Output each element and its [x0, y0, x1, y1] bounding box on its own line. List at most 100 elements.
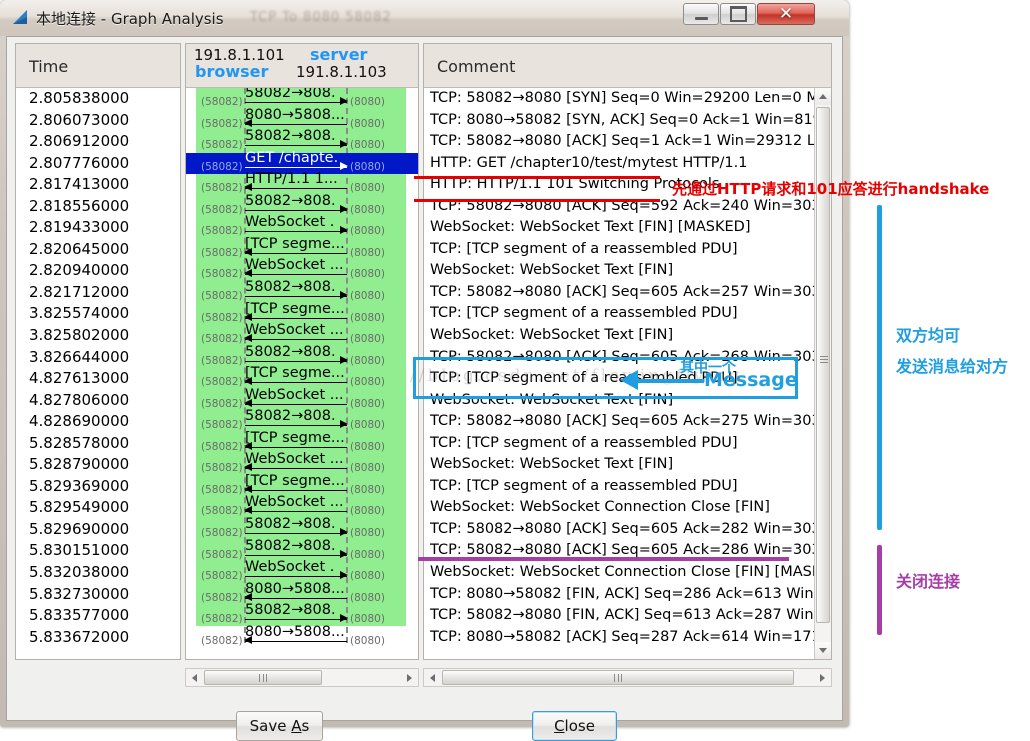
comment-row[interactable]: TCP: 58082→8080 [FIN, ACK] Seq=613 Ack=2…: [424, 605, 814, 627]
window-title: 本地连接 - Graph Analysis: [36, 10, 224, 28]
time-row[interactable]: 5.833672000: [16, 627, 180, 649]
arrow-left-icon: [244, 635, 252, 644]
time-row[interactable]: 2.807776000: [16, 153, 180, 175]
time-row[interactable]: 5.828578000: [16, 433, 180, 455]
time-row[interactable]: 5.829690000: [16, 519, 180, 541]
time-row[interactable]: 5.832730000: [16, 584, 180, 606]
comment-row[interactable]: WebSocket: WebSocket Text [FIN]: [424, 325, 814, 347]
close-window-button[interactable]: ✕: [757, 3, 815, 25]
comment-horizontal-scrollbar[interactable]: [423, 668, 832, 687]
comment-row[interactable]: TCP: 58082→8080 [ACK] Seq=592 Ack=240 Wi…: [424, 196, 814, 218]
comment-row[interactable]: TCP: 8080→58082 [FIN, ACK] Seq=286 Ack=6…: [424, 584, 814, 606]
arrow-right-icon: [340, 204, 348, 213]
packet-arrow-label: 58082→808.: [245, 278, 336, 295]
comment-row[interactable]: TCP: 8080→58082 [ACK] Seq=287 Ack=614 Wi…: [424, 627, 814, 649]
packet-arrow-line: [245, 576, 347, 578]
comment-row[interactable]: TCP: 58082→8080 [ACK] Seq=605 Ack=257 Wi…: [424, 282, 814, 304]
time-list[interactable]: 2.805838000 2.806073000 2.806912000 2.80777…: [16, 88, 180, 659]
packet-arrow-label: 8080→5808...: [245, 580, 345, 597]
time-row[interactable]: 2.805838000: [16, 88, 180, 110]
time-row[interactable]: 2.819433000: [16, 217, 180, 239]
graph-scroll-left-button[interactable]: [186, 669, 203, 686]
time-row[interactable]: 2.820645000: [16, 239, 180, 261]
dest-port-label: (8080): [350, 570, 385, 583]
time-row[interactable]: 3.826644000: [16, 347, 180, 369]
comment-row[interactable]: TCP: [TCP segment of a reassembled PDU]: [424, 239, 814, 261]
comment-list-wrap: TCP: 58082→8080 [SYN] Seq=0 Win=29200 Le…: [424, 88, 831, 659]
comment-h-thumb-grip: [614, 673, 622, 682]
maximize-button[interactable]: [720, 3, 756, 25]
dest-ip-label: 191.8.1.103: [296, 63, 387, 81]
packet-arrow: 58082→808.: [245, 344, 348, 366]
comment-row[interactable]: TCP: [TCP segment of a reassembled PDU]: [424, 303, 814, 325]
comment-row[interactable]: WebSocket: WebSocket Connection Close [F…: [424, 562, 814, 584]
graph-scroll-right-button[interactable]: [401, 669, 418, 686]
time-row[interactable]: 2.821712000: [16, 282, 180, 304]
time-row[interactable]: 5.829549000: [16, 497, 180, 519]
time-row[interactable]: 3.825574000: [16, 303, 180, 325]
save-as-button[interactable]: Save As: [236, 711, 323, 741]
comment-row[interactable]: WebSocket: WebSocket Connection Close [F…: [424, 497, 814, 519]
time-row[interactable]: 5.833577000: [16, 605, 180, 627]
comment-row[interactable]: HTTP: GET /chapter10/test/mytest HTTP/1.…: [424, 153, 814, 175]
comment-row[interactable]: TCP: 58082→8080 [ACK] Seq=605 Ack=286 Wi…: [424, 540, 814, 562]
scroll-up-button[interactable]: [815, 88, 831, 105]
packet-arrow: WebSocket ...: [244, 322, 347, 344]
comment-row[interactable]: HTTP: HTTP/1.1 101 Switching Protocols: [424, 174, 814, 196]
time-row[interactable]: 2.820940000: [16, 260, 180, 282]
time-row[interactable]: 2.806073000: [16, 110, 180, 132]
time-row[interactable]: 5.829369000: [16, 476, 180, 498]
time-row[interactable]: 2.818556000: [16, 196, 180, 218]
comment-row[interactable]: TCP: [TCP segment of a reassembled PDU]: [424, 433, 814, 455]
dialog-client-area: Time 2.805838000 2.806073000 2.806912000 2.…: [6, 36, 843, 741]
comment-list[interactable]: TCP: 58082→8080 [SYN] Seq=0 Win=29200 Le…: [424, 88, 814, 659]
scroll-thumb[interactable]: [816, 107, 830, 623]
panels-container: Time 2.805838000 2.806073000 2.806912000 2.…: [15, 43, 832, 687]
comment-row[interactable]: WebSocket: WebSocket Text [FIN]: [424, 260, 814, 282]
time-row[interactable]: 5.830151000: [16, 540, 180, 562]
graph-horizontal-scrollbar[interactable]: [185, 668, 419, 687]
dest-port-label: (8080): [350, 419, 385, 432]
comment-row[interactable]: TCP: 58082→8080 [SYN] Seq=0 Win=29200 Le…: [424, 88, 814, 110]
graph-area[interactable]: (58082) (8080) 58082→808. (58082) (8080) 8080…: [186, 88, 418, 659]
close-button[interactable]: Close: [532, 711, 617, 741]
packet-arrow-label: [TCP segme...: [245, 300, 345, 317]
packet-arrow: 58082→808.: [245, 602, 348, 624]
comment-row[interactable]: TCP: 58082→8080 [ACK] Seq=605 Ack=282 Wi…: [424, 519, 814, 541]
arrow-right-icon: [340, 549, 348, 558]
comment-row[interactable]: TCP: 58082→8080 [ACK] Seq=605 Ack=268 Wi…: [424, 347, 814, 369]
comment-scroll-right-button[interactable]: [814, 669, 831, 686]
source-port-label: (58082): [201, 311, 243, 324]
time-row[interactable]: 5.828790000: [16, 454, 180, 476]
comment-row[interactable]: TCP: 8080→58082 [SYN, ACK] Seq=0 Ack=1 W…: [424, 110, 814, 132]
comment-row[interactable]: TCP: 58082→8080 [ACK] Seq=605 Ack=275 Wi…: [424, 411, 814, 433]
comment-row[interactable]: TCP: [TCP segment of a reassembled PDU]: [424, 476, 814, 498]
time-row[interactable]: 4.827613000: [16, 368, 180, 390]
packet-arrow-line: [245, 446, 347, 448]
time-row[interactable]: 5.832038000: [16, 562, 180, 584]
minimize-button[interactable]: [683, 3, 719, 25]
time-row[interactable]: 4.828690000: [16, 411, 180, 433]
graph-row[interactable]: (58082) (8080) 8080→5808...: [186, 624, 418, 649]
comment-row[interactable]: TCP: [TCP segment of a reassembled PDU]: [424, 368, 814, 390]
dest-port-label: (8080): [350, 613, 385, 626]
time-row[interactable]: 3.825802000: [16, 325, 180, 347]
comment-vertical-scrollbar[interactable]: [814, 88, 831, 659]
time-row[interactable]: 4.827806000: [16, 390, 180, 412]
graph-h-scroll-thumb[interactable]: [204, 670, 322, 685]
minimize-icon: [684, 4, 718, 24]
source-port-label: (58082): [201, 96, 243, 108]
title-bar[interactable]: TCP To 8080 58082 本地连接 - Graph Analysis …: [0, 0, 849, 36]
time-row[interactable]: 2.806912000: [16, 131, 180, 153]
source-port-label: (58082): [201, 246, 243, 259]
comment-row[interactable]: WebSocket: WebSocket Text [FIN]: [424, 390, 814, 412]
arrow-right-icon: [340, 161, 348, 170]
time-row[interactable]: 2.817413000: [16, 174, 180, 196]
comment-scroll-left-button[interactable]: [424, 669, 441, 686]
comment-row[interactable]: WebSocket: WebSocket Text [FIN]: [424, 454, 814, 476]
packet-arrow-label: [TCP segme...: [245, 472, 345, 489]
comment-row[interactable]: TCP: 58082→8080 [ACK] Seq=1 Ack=1 Win=29…: [424, 131, 814, 153]
comment-h-scroll-thumb[interactable]: [442, 670, 794, 685]
comment-row[interactable]: WebSocket: WebSocket Text [FIN] [MASKED]: [424, 217, 814, 239]
scroll-down-button[interactable]: [815, 642, 831, 659]
